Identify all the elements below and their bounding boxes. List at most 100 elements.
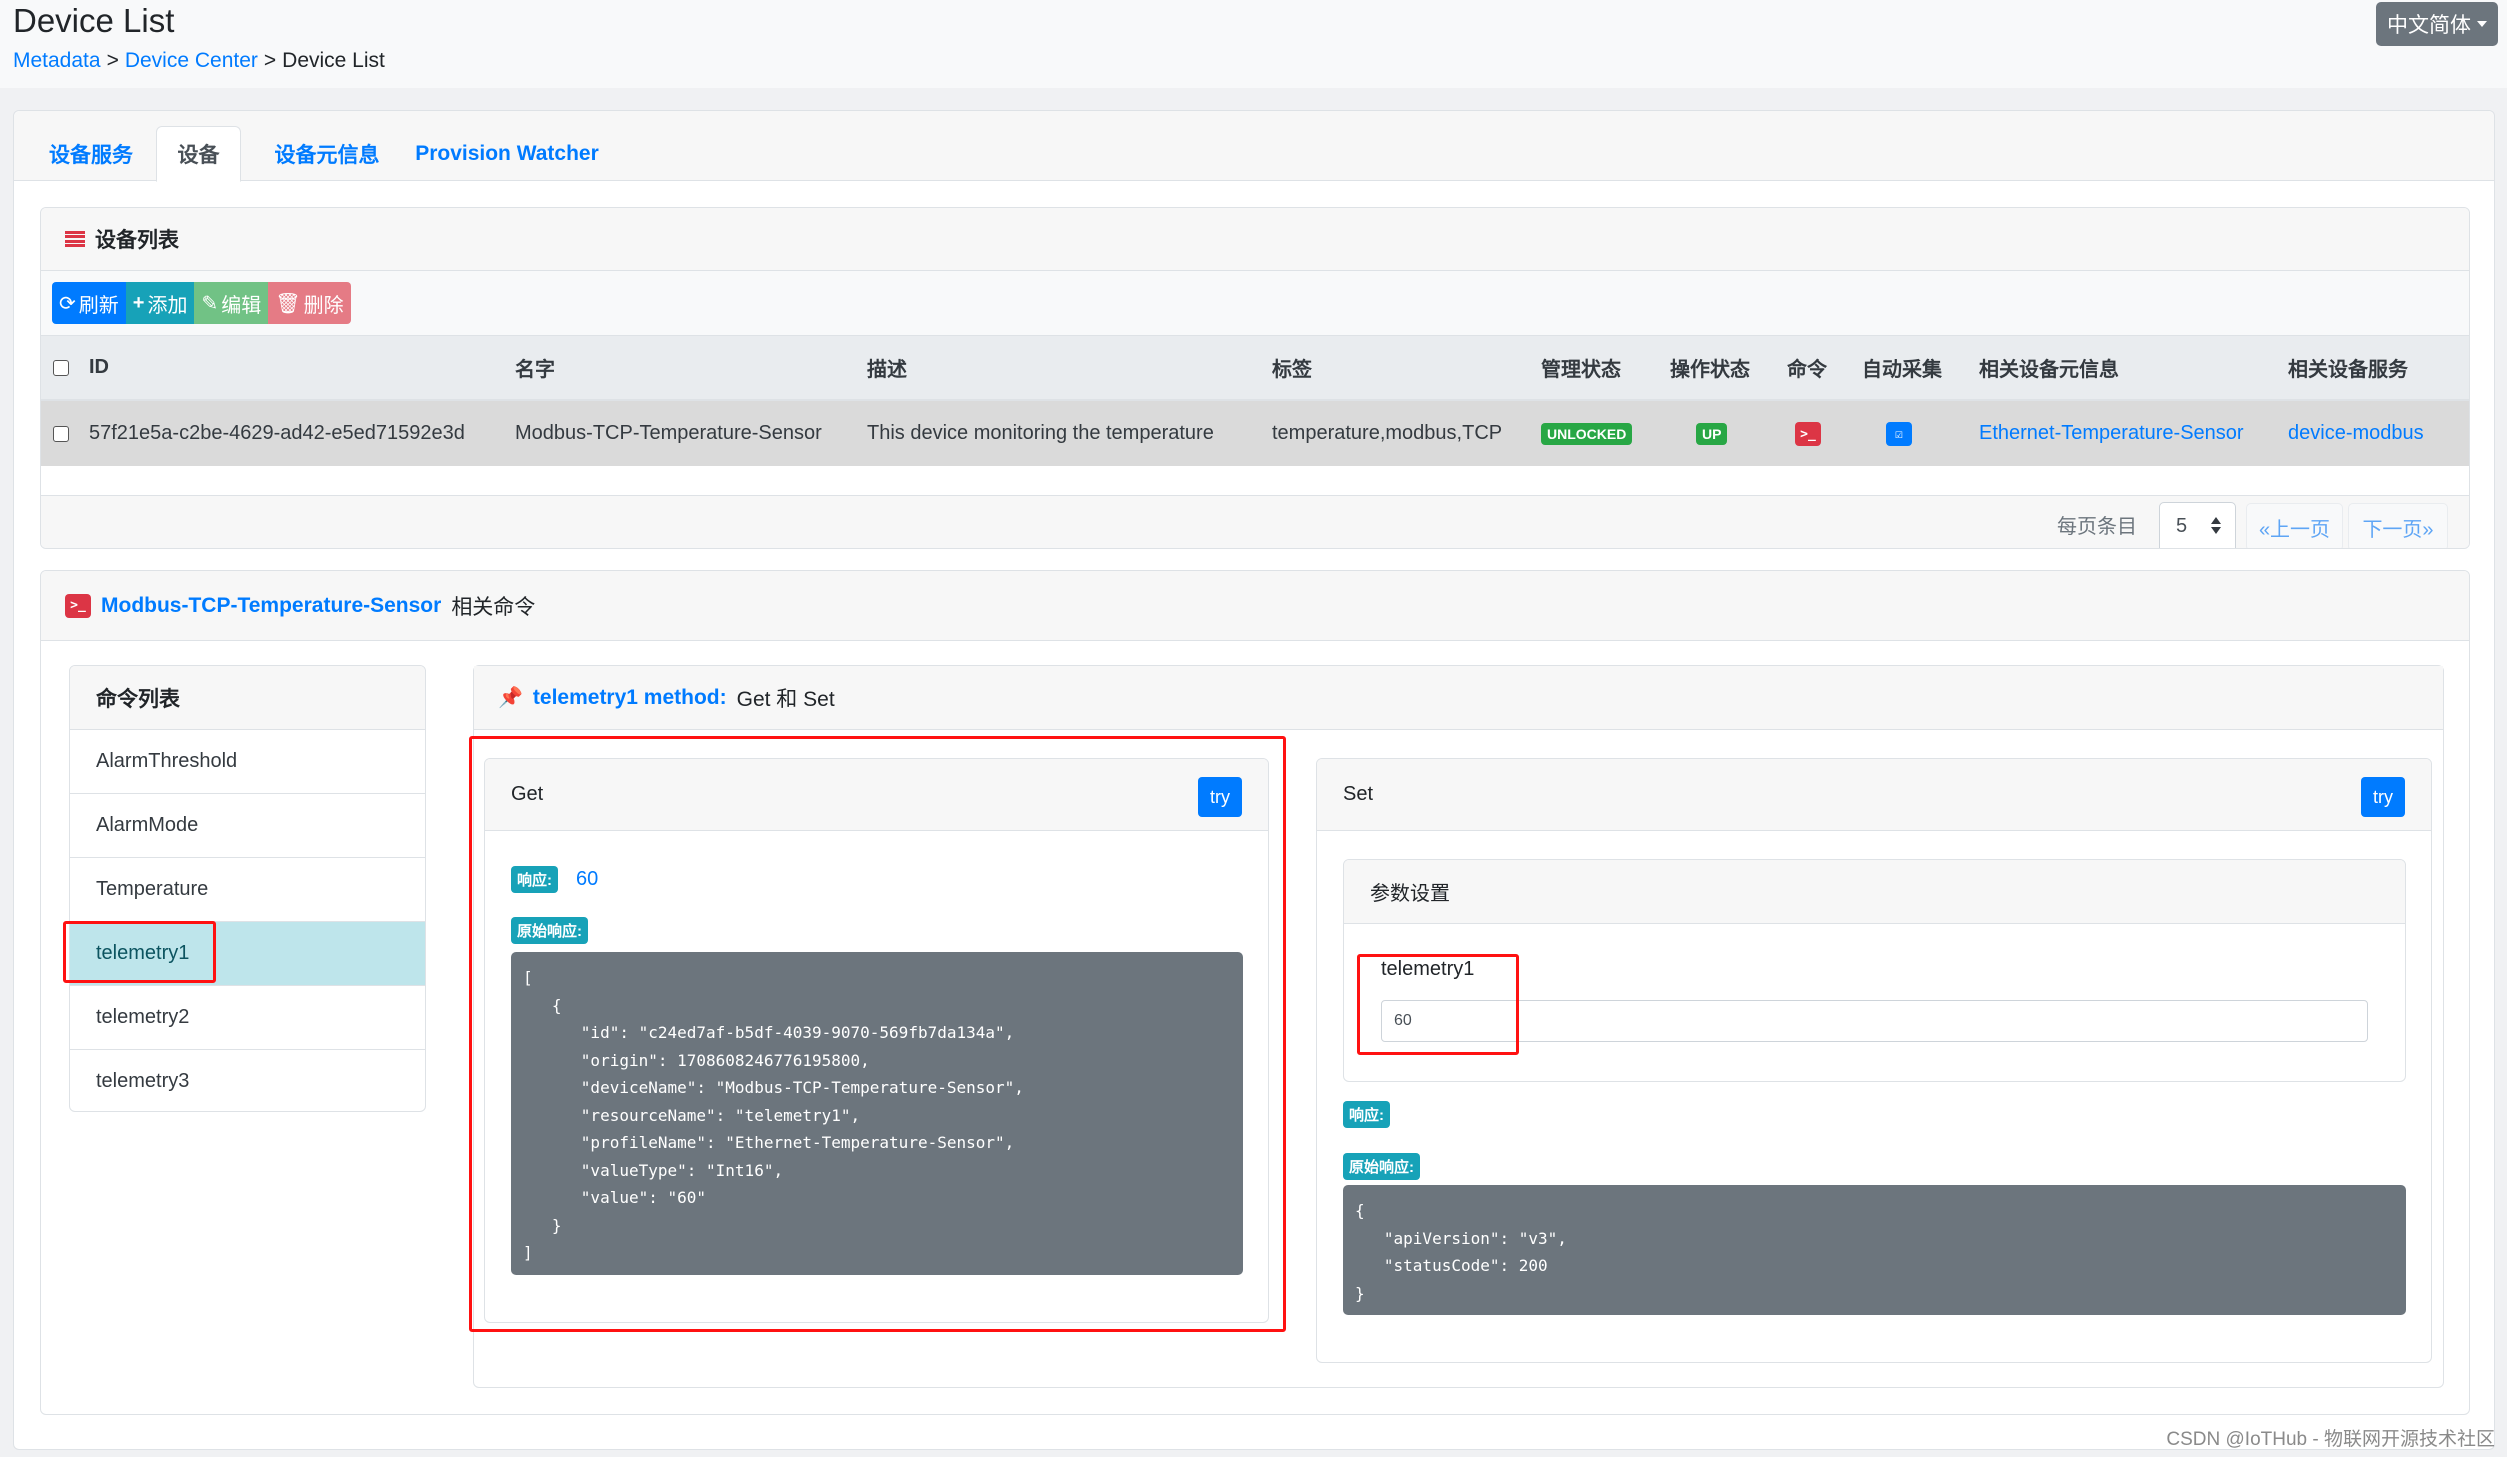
tab-provision-watcher[interactable]: Provision Watcher <box>407 126 607 182</box>
command-item-telemetry3[interactable]: telemetry3 <box>70 1050 425 1111</box>
cell-description: This device monitoring the temperature <box>861 400 1266 466</box>
admin-state-badge[interactable]: UNLOCKED <box>1541 423 1633 445</box>
cell-admin-state: UNLOCKED <box>1535 400 1664 466</box>
plus-icon: + <box>132 291 145 314</box>
column-header-id[interactable]: ID <box>83 336 509 401</box>
breadcrumb-device-center[interactable]: Device Center <box>125 49 258 72</box>
column-header-admin-state[interactable]: 管理状态 <box>1535 336 1664 401</box>
column-header-autoevent[interactable]: 自动采集 <box>1856 336 1973 401</box>
per-page-label: 每页条目 <box>2057 516 2137 538</box>
device-list-title: 设备列表 <box>95 229 179 252</box>
row-checkbox[interactable] <box>53 425 69 442</box>
command-item-telemetry1[interactable]: telemetry1 <box>70 922 425 986</box>
delete-label: 删除 <box>303 294 344 317</box>
get-try-button[interactable]: try <box>1198 777 1242 817</box>
set-card: Set try 参数设置 telemetry1 响应: 原始响应: { "api… <box>1316 758 2432 1363</box>
terminal-icon: >_ <box>65 593 91 618</box>
command-item-alarmthreshold[interactable]: AlarmThreshold <box>70 730 425 794</box>
cell-labels: temperature,modbus,TCP <box>1266 400 1535 466</box>
set-raw-label: 原始响应: <box>1343 1153 1420 1180</box>
edit-label: 编辑 <box>221 294 262 317</box>
get-title: Get <box>511 783 544 805</box>
get-header: Get <box>485 759 1268 831</box>
commands-title-suffix: 相关命令 <box>451 595 536 619</box>
page-header: Device List Metadata > Device Center > Devic… <box>0 0 2507 88</box>
command-item-alarmmode[interactable]: AlarmMode <box>70 794 425 858</box>
per-page-select[interactable]: 5 <box>2159 502 2236 548</box>
device-list-header: 设备列表 <box>41 208 2469 271</box>
breadcrumb: Metadata > Device Center > Device List <box>13 49 385 73</box>
method-panel: 📌 telemetry1 method: Get 和 Set Get try 响… <box>473 665 2444 1388</box>
get-response-label: 响应: <box>511 866 558 893</box>
set-response-label: 响应: <box>1343 1101 1390 1128</box>
column-header-name[interactable]: 名字 <box>509 336 861 401</box>
command-item-temperature[interactable]: Temperature <box>70 858 425 922</box>
prev-page-button[interactable]: «上一页 <box>2246 503 2343 548</box>
cell-command: >_ <box>1781 400 1856 466</box>
column-header-service[interactable]: 相关设备服务 <box>2282 336 2469 401</box>
column-header-labels[interactable]: 标签 <box>1266 336 1535 401</box>
method-types: Get 和 Set <box>736 687 835 711</box>
pin-icon: 📌 <box>498 687 523 709</box>
commands-device-name: Modbus-TCP-Temperature-Sensor <box>101 593 442 617</box>
tab-device-profiles[interactable]: 设备元信息 <box>252 126 402 182</box>
refresh-button[interactable]: ⟳ 刷新 <box>52 282 126 324</box>
set-response-row: 响应: <box>1343 1101 1390 1128</box>
main-card: 设备服务 设备 设备元信息 Provision Watcher 设备列表 ⟳ 刷… <box>13 110 2495 1450</box>
breadcrumb-separator: > <box>263 49 277 72</box>
get-card: Get try 响应: 60 原始响应: [ { "id": "c24ed7af… <box>484 758 1269 1323</box>
command-item-telemetry2[interactable]: telemetry2 <box>70 986 425 1050</box>
profile-link[interactable]: Ethernet-Temperature-Sensor <box>1979 422 2244 444</box>
command-list: 命令列表 AlarmThreshold AlarmMode Temperatur… <box>69 665 426 1112</box>
get-response-value: 60 <box>576 868 599 890</box>
calendar-check-icon[interactable]: ☑ <box>1886 422 1912 447</box>
set-try-button[interactable]: try <box>2361 777 2405 817</box>
device-list-card: 设备列表 ⟳ 刷新 + 添加 ✎ 编辑 🗑 删除 ID 名字 描述 标签 管理状… <box>40 207 2470 549</box>
language-dropdown[interactable]: 中文简体 <box>2376 2 2498 46</box>
watermark: CSDN @IoTHub - 物联网开源技术社区 <box>2166 1429 2495 1450</box>
select-all-cell <box>41 336 83 401</box>
select-all-checkbox[interactable] <box>53 359 69 376</box>
column-header-operating-state[interactable]: 操作状态 <box>1664 336 1781 401</box>
breadcrumb-metadata[interactable]: Metadata <box>13 49 101 72</box>
commands-header: >_ Modbus-TCP-Temperature-Sensor 相关命令 <box>41 571 2469 641</box>
get-raw-label-row: 原始响应: <box>511 917 588 944</box>
caret-down-icon <box>2477 21 2487 27</box>
param-settings-title: 参数设置 <box>1344 860 2405 924</box>
service-link[interactable]: device-modbus <box>2288 422 2424 444</box>
method-name: telemetry1 method: <box>532 685 727 709</box>
tab-devices[interactable]: 设备 <box>156 126 241 182</box>
get-raw-response: [ { "id": "c24ed7af-b5df-4039-9070-569fb… <box>511 952 1243 1275</box>
cell-autoevent: ☑ <box>1856 400 1973 466</box>
get-response-row: 响应: 60 <box>511 866 598 893</box>
device-table: ID 名字 描述 标签 管理状态 操作状态 命令 自动采集 相关设备元信息 相关… <box>41 336 2469 466</box>
set-title: Set <box>1343 783 1374 805</box>
cell-operating-state: UP <box>1664 400 1781 466</box>
delete-button[interactable]: 🗑 删除 <box>268 282 351 324</box>
param-label: telemetry1 <box>1381 958 1475 980</box>
operating-state-badge: UP <box>1696 423 1728 445</box>
param-settings-card: 参数设置 telemetry1 <box>1343 859 2406 1082</box>
table-row[interactable]: 57f21e5a-c2be-4629-ad42-e5ed71592e3d Mod… <box>41 400 2469 466</box>
cell-name: Modbus-TCP-Temperature-Sensor <box>509 400 861 466</box>
row-select-cell <box>41 400 83 466</box>
next-page-button[interactable]: 下一页» <box>2348 503 2448 548</box>
command-list-title: 命令列表 <box>70 666 425 730</box>
param-input[interactable] <box>1381 1000 2368 1042</box>
column-header-command[interactable]: 命令 <box>1781 336 1856 401</box>
table-header-row: ID 名字 描述 标签 管理状态 操作状态 命令 自动采集 相关设备元信息 相关… <box>41 336 2469 401</box>
column-header-profile[interactable]: 相关设备元信息 <box>1973 336 2282 401</box>
edit-icon: ✎ <box>201 292 219 315</box>
set-raw-label-row: 原始响应: <box>1343 1153 1420 1180</box>
tab-device-services[interactable]: 设备服务 <box>31 126 151 182</box>
method-header: 📌 telemetry1 method: Get 和 Set <box>474 666 2443 730</box>
tabs-bar: 设备服务 设备 设备元信息 Provision Watcher <box>14 111 2494 182</box>
add-button[interactable]: + 添加 <box>125 282 195 324</box>
edit-button[interactable]: ✎ 编辑 <box>194 282 269 324</box>
device-toolbar: ⟳ 刷新 + 添加 ✎ 编辑 🗑 删除 <box>41 271 2469 336</box>
page-title: Device List <box>13 2 175 39</box>
terminal-icon[interactable]: >_ <box>1795 422 1821 447</box>
cell-service: device-modbus <box>2282 400 2469 466</box>
refresh-label: 刷新 <box>78 294 119 317</box>
column-header-description[interactable]: 描述 <box>861 336 1266 401</box>
